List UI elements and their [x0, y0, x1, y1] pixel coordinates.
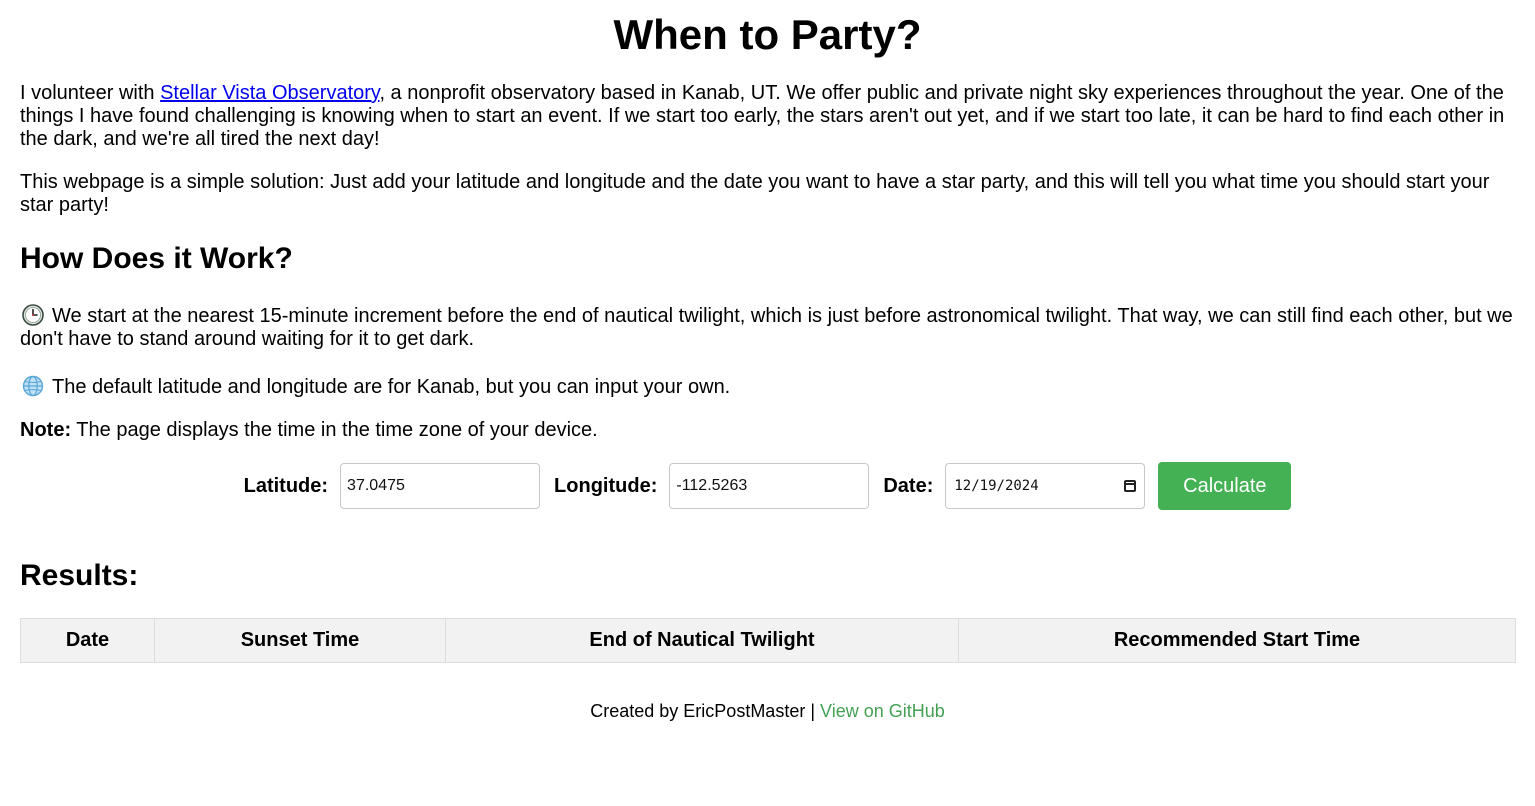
note: Note: The page displays the time in the …	[20, 419, 1515, 442]
how-bullet-clock: We start at the nearest 15-minute increm…	[20, 304, 1515, 351]
column-header-recommended-start-time: Recommended Start Time	[958, 618, 1516, 663]
note-text: The page displays the time in the time z…	[71, 419, 598, 441]
calendar-icon[interactable]	[1124, 480, 1137, 492]
intro-text-before-link: I volunteer with	[20, 82, 161, 104]
results-table: Date Sunset Time End of Nautical Twiligh…	[20, 618, 1516, 663]
column-header-end-nautical-twilight: End of Nautical Twilight	[445, 618, 959, 663]
longitude-label: Longitude:	[554, 474, 658, 497]
latitude-value: 37.0475	[347, 477, 405, 494]
note-label: Note:	[20, 419, 72, 441]
intro-paragraph-2: This webpage is a simple solution: Just …	[20, 171, 1490, 216]
results-header-row: Date Sunset Time End of Nautical Twiligh…	[20, 618, 1516, 663]
date-input[interactable]: 12/19/2024	[945, 463, 1146, 509]
intro-paragraph-1: I volunteer with Stellar Vista Observato…	[20, 82, 1515, 151]
globe-icon	[22, 375, 44, 397]
results-heading: Results:	[20, 559, 139, 592]
calculator-form: Latitude: 37.0475 Longitude: -112.5263 D…	[20, 462, 1515, 510]
stellar-vista-link[interactable]: Stellar Vista Observatory	[160, 82, 379, 104]
date-value: 12/19/2024	[954, 478, 1039, 494]
how-heading: How Does it Work?	[20, 242, 293, 275]
github-link[interactable]: View on GitHub	[820, 701, 945, 721]
longitude-value: -112.5263	[676, 477, 748, 494]
how-bullet-globe-text: The default latitude and longitude are f…	[52, 376, 731, 398]
how-bullet-globe: The default latitude and longitude are f…	[20, 375, 1515, 399]
page: When to Party? I volunteer with Stellar …	[0, 0, 1535, 722]
date-label: Date:	[883, 474, 934, 497]
calculate-button[interactable]: Calculate	[1158, 462, 1292, 510]
latitude-label: Latitude:	[243, 474, 329, 497]
column-header-sunset-time: Sunset Time	[154, 618, 446, 663]
footer-credit: Created by EricPostMaster |	[590, 701, 821, 721]
longitude-input[interactable]: -112.5263	[669, 463, 870, 509]
clock-icon	[22, 304, 44, 326]
latitude-input[interactable]: 37.0475	[340, 463, 541, 509]
how-bullet-clock-text: We start at the nearest 15-minute increm…	[20, 305, 1513, 350]
page-title: When to Party?	[613, 11, 922, 58]
footer: Created by EricPostMaster | View on GitH…	[20, 700, 1515, 722]
column-header-date: Date	[20, 618, 155, 663]
